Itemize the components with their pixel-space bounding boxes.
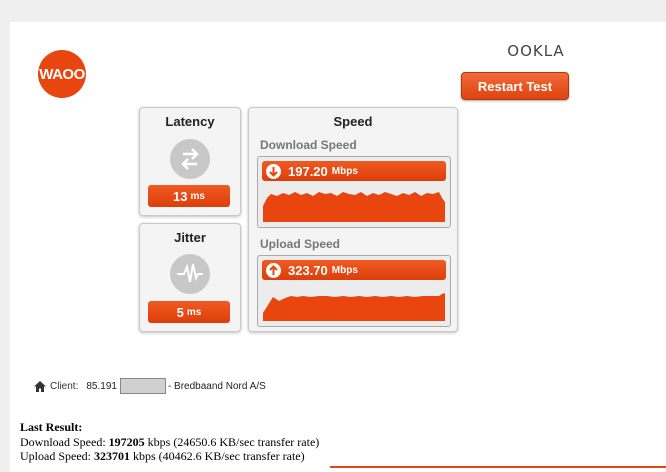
jitter-value: 5 ms xyxy=(148,301,230,323)
jitter-number: 5 xyxy=(176,304,184,320)
download-result-kbps: 197205 xyxy=(108,434,145,449)
upload-speed-bar: 323.70 Mbps xyxy=(262,260,446,280)
jitter-title: Jitter xyxy=(174,230,206,245)
client-ip: 85.191 xyxy=(86,380,117,392)
jitter-unit: ms xyxy=(186,306,202,318)
last-result: Last Result: Download Speed: 197205 kbps… xyxy=(20,420,319,464)
jitter-panel: Jitter 5 ms xyxy=(139,223,241,332)
download-result-label: Download Speed: xyxy=(20,434,109,449)
upload-arrow-icon xyxy=(266,262,281,278)
waoo-logo: WAOO xyxy=(38,50,86,98)
download-speed-value: 197.20 xyxy=(288,163,328,179)
download-graph: 197.20 Mbps xyxy=(257,156,451,228)
download-arrow-icon xyxy=(266,163,281,179)
latency-arrows-icon xyxy=(170,139,210,179)
jitter-waveform-icon xyxy=(170,254,210,294)
logo-text: WAOO xyxy=(39,65,85,83)
redacted-ip-box xyxy=(119,378,166,394)
latency-panel: Latency 13 ms xyxy=(139,107,241,216)
latency-value: 13 ms xyxy=(148,185,230,207)
bottom-divider xyxy=(330,466,666,468)
client-info: Client: 85.191 - Bredbaand Nord A/S xyxy=(34,378,266,394)
upload-graph: 323.70 Mbps xyxy=(257,255,451,327)
latency-number: 13 xyxy=(173,188,188,204)
upload-speed-unit: Mbps xyxy=(331,264,358,276)
upload-speed-value: 323.70 xyxy=(288,262,328,278)
home-icon xyxy=(34,380,46,392)
upload-speed-label: Upload Speed xyxy=(260,237,341,251)
speedtest-page: WAOO OOKLA Restart Test Latency 13 ms Jit… xyxy=(10,22,666,472)
download-result-rate: kbps (24650.6 KB/sec transfer rate) xyxy=(144,434,320,449)
download-speed-bar: 197.20 Mbps xyxy=(262,161,446,181)
speed-panel: Speed Download Speed 197.20 Mbps Upload S… xyxy=(248,107,458,332)
restart-test-button[interactable]: Restart Test xyxy=(461,72,569,100)
speed-title: Speed xyxy=(333,114,373,129)
download-speed-label: Download Speed xyxy=(260,138,357,152)
latency-unit: ms xyxy=(190,190,205,202)
upload-result-label: Upload Speed: xyxy=(20,449,94,463)
last-result-heading: Last Result: xyxy=(20,420,83,434)
download-throughput-graph xyxy=(263,192,445,222)
client-isp: - Bredbaand Nord A/S xyxy=(167,380,266,392)
latency-title: Latency xyxy=(165,114,215,129)
ookla-logo: OOKLA xyxy=(507,42,565,60)
last-result-upload: Upload Speed: 323701 kbps (40462.6 KB/se… xyxy=(20,449,319,464)
upload-result-rate: kbps (40462.6 KB/sec transfer rate) xyxy=(130,449,305,463)
upload-throughput-graph xyxy=(263,293,445,321)
client-label: Client: xyxy=(50,380,79,392)
download-speed-unit: Mbps xyxy=(331,165,358,177)
last-result-download: Download Speed: 197205 kbps (24650.6 KB/… xyxy=(20,435,319,450)
upload-result-kbps: 323701 xyxy=(94,449,130,463)
